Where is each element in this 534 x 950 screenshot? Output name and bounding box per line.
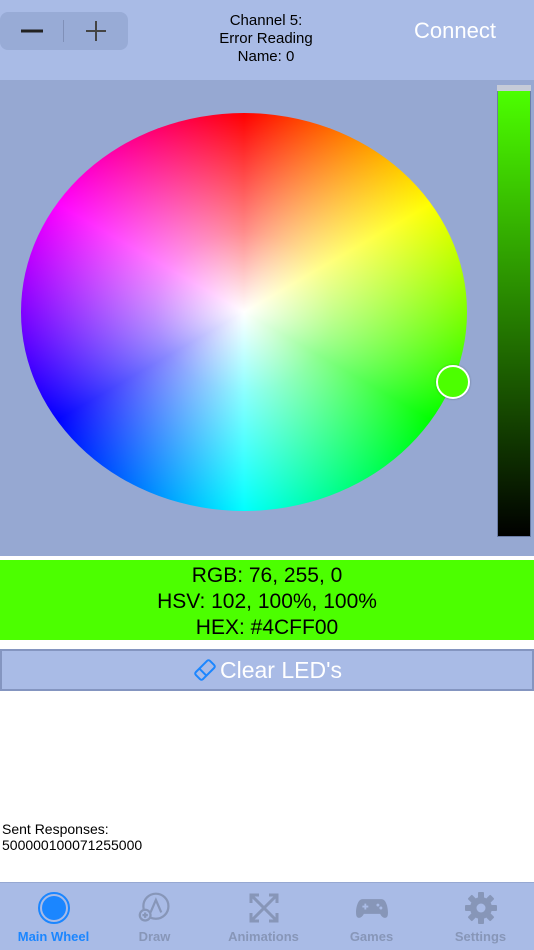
brightness-slider-handle[interactable] [497, 85, 531, 91]
clear-leds-label: Clear LED's [220, 656, 342, 683]
decrement-button[interactable] [0, 12, 64, 50]
color-wheel-handle[interactable] [436, 365, 470, 399]
increment-button[interactable] [64, 12, 128, 50]
sent-responses-value: 500000100071255000 [2, 837, 143, 853]
brightness-slider[interactable] [497, 85, 531, 537]
channel-stepper [0, 12, 128, 50]
tab-main-wheel[interactable]: Main Wheel [0, 883, 107, 950]
gear-icon [464, 891, 498, 925]
channel-status: Channel 5: Error Reading Name: 0 [180, 12, 352, 66]
tab-draw-label: Draw [138, 929, 171, 944]
rgb-value: RGB: 76, 255, 0 [191, 564, 343, 587]
tab-draw[interactable]: Draw [101, 883, 208, 950]
channel-name: Name: 0 [237, 48, 295, 65]
minus-icon [21, 29, 43, 33]
plus-icon [86, 21, 106, 41]
top-bar: Channel 5: Error Reading Name: 0 Connect [0, 0, 534, 80]
gamepad-icon [355, 891, 389, 925]
hsv-value: HSV: 102, 100%, 100% [157, 590, 377, 613]
color-wheel[interactable] [21, 113, 467, 511]
tab-main-wheel-label: Main Wheel [17, 929, 90, 944]
color-info-panel: RGB: 76, 255, 0 HSV: 102, 100%, 100% HEX… [0, 560, 534, 640]
sent-responses-title: Sent Responses: [2, 821, 109, 837]
connect-button[interactable]: Connect [414, 18, 496, 44]
tab-settings[interactable]: Settings [427, 883, 534, 950]
channel-reading: Error Reading [219, 30, 313, 47]
clear-leds-button[interactable]: Clear LED's [0, 649, 534, 691]
tab-games-label: Games [349, 929, 394, 944]
hex-value: HEX: #4CFF00 [195, 616, 339, 639]
sent-responses: Sent Responses: 500000100071255000 [2, 821, 142, 853]
color-picker-panel [0, 80, 534, 556]
tab-bar: Main Wheel Draw Animations Games Setting… [0, 882, 534, 950]
circle-icon [37, 891, 71, 925]
tab-animations[interactable]: Animations [210, 883, 317, 950]
draw-icon [138, 891, 172, 925]
eraser-icon [194, 659, 216, 681]
tab-settings-label: Settings [454, 929, 507, 944]
animations-icon [247, 891, 281, 925]
tab-animations-label: Animations [228, 929, 299, 944]
tab-games[interactable]: Games [318, 883, 425, 950]
channel-label: Channel 5: [229, 12, 303, 29]
